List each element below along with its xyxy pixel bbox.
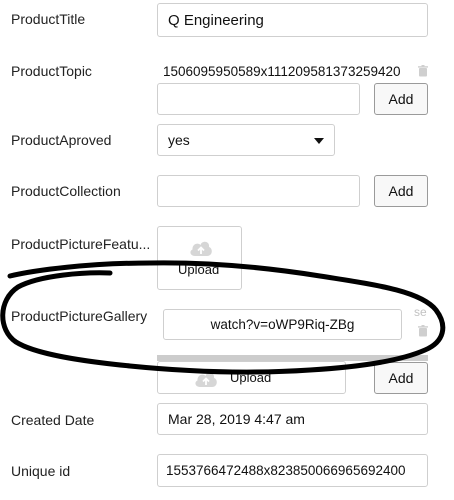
trash-icon[interactable] (418, 65, 428, 77)
gallery-upload-label: Upload (230, 370, 272, 385)
product-title-label: ProductTitle (11, 11, 86, 27)
product-topic-value: 1506095950589x111209581373259420 (163, 64, 401, 79)
product-picture-gallery-input[interactable]: watch?v=oWP9Riq-ZBg (163, 309, 402, 340)
product-collection-add-button[interactable]: Add (374, 175, 428, 207)
gallery-side-text: se (414, 305, 427, 319)
product-topic-add-button[interactable]: Add (374, 83, 428, 115)
caret-down-icon (314, 138, 324, 144)
product-picture-gallery-label: ProductPictureGallery (11, 308, 148, 324)
product-aproved-select[interactable]: yes (157, 124, 335, 156)
gallery-add-button[interactable]: Add (374, 362, 428, 394)
cloud-upload-icon (190, 241, 212, 256)
cloud-upload-icon (195, 372, 217, 387)
product-topic-input[interactable] (157, 83, 360, 115)
created-date-field[interactable]: Mar 28, 2019 4:47 am (157, 403, 428, 435)
product-topic-label: ProductTopic (11, 63, 92, 79)
product-collection-label: ProductCollection (11, 183, 121, 199)
trash-icon[interactable] (418, 325, 428, 337)
product-picture-featured-label: ProductPictureFeatu... (11, 236, 151, 252)
product-collection-input[interactable] (157, 175, 360, 207)
featured-upload-box[interactable] (157, 226, 242, 290)
created-date-label: Created Date (11, 412, 95, 428)
unique-id-field[interactable]: 1553766472488x823850066965692400 (157, 454, 428, 487)
unique-id-label: Unique id (11, 463, 71, 479)
featured-upload-label: Upload (178, 262, 220, 277)
product-aproved-label: ProductAproved (11, 132, 112, 148)
product-title-input[interactable]: Q Engineering (157, 3, 428, 37)
product-aproved-selected: yes (168, 132, 190, 148)
gallery-upload-box[interactable]: Upload (157, 361, 346, 394)
